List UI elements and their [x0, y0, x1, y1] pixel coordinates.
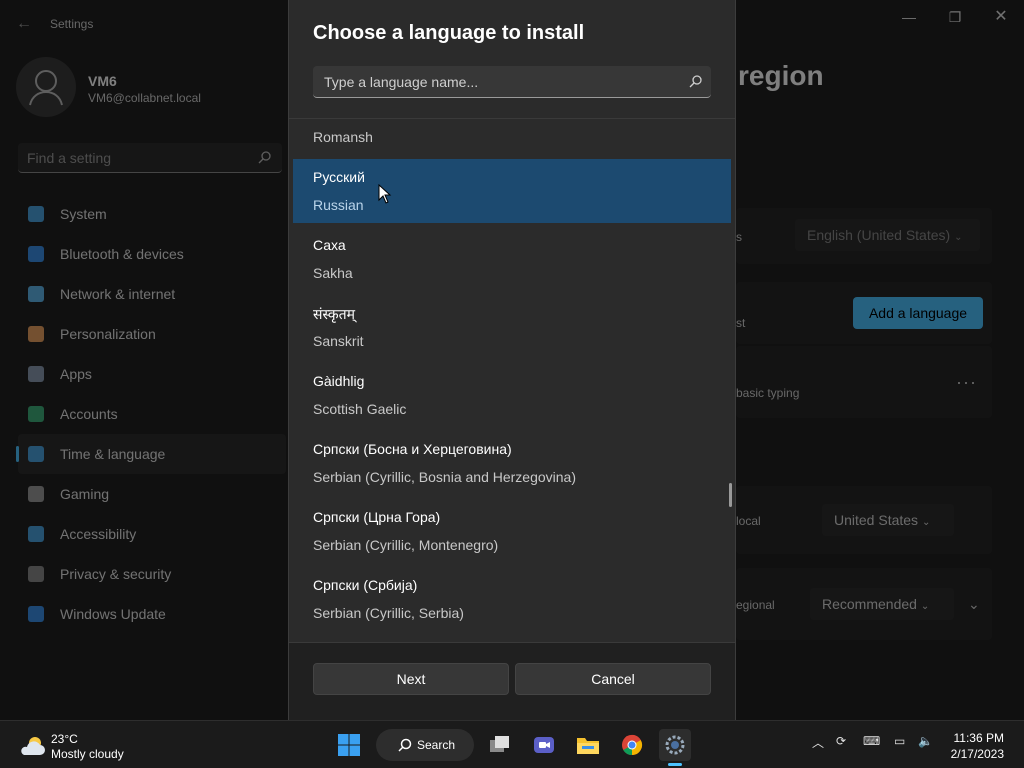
language-option-serbian-cyrillic-montenegro[interactable]: Српски (Црна Гора) Serbian (Cyrillic, Mon…	[293, 499, 731, 563]
language-native-name: Саха	[313, 237, 346, 253]
folder-icon	[577, 738, 599, 754]
clock[interactable]: 11:36 PM 2/17/2023	[951, 730, 1004, 762]
active-indicator	[668, 763, 682, 766]
language-search-placeholder: Type a language name...	[324, 74, 479, 90]
language-option-romansh[interactable]: Romansh	[293, 119, 731, 155]
language-search-input[interactable]: Type a language name...	[313, 66, 711, 98]
cancel-button[interactable]: Cancel	[515, 663, 711, 695]
weather-temp: 23°C	[51, 732, 78, 746]
search-icon	[398, 738, 412, 752]
language-option-serbian-cyrillic-bosnia-and-herzegovina[interactable]: Српски (Босна и Херцеговина) Serbian (Cyr…	[293, 431, 731, 495]
network-icon[interactable]: ▭	[894, 734, 912, 752]
clock-time: 11:36 PM	[953, 731, 1004, 745]
weather-widget[interactable]: 23°C Mostly cloudy	[18, 730, 138, 762]
language-english-name: Serbian (Cyrillic, Bosnia and Herzegovin…	[313, 469, 577, 485]
mouse-cursor-icon	[378, 184, 392, 204]
language-option-scottish-gaelic[interactable]: Gàidhlig Scottish Gaelic	[293, 363, 731, 427]
language-native-name: Русский	[313, 169, 365, 185]
language-english-name: Scottish Gaelic	[313, 401, 407, 417]
language-native-name: Српски (Босна и Херцеговина)	[313, 441, 512, 457]
language-english-name: Serbian (Cyrillic, Montenegro)	[313, 537, 499, 553]
chat-icon	[534, 737, 554, 753]
sync-icon[interactable]: ⟳	[836, 734, 854, 752]
language-english-name: Serbian (Cyrillic, Serbia)	[313, 605, 464, 621]
language-option-sanskrit[interactable]: संस्कृतम् Sanskrit	[293, 295, 731, 359]
language-english-name: Romansh	[313, 129, 373, 145]
language-native-name: संस्कृतम्	[313, 306, 356, 322]
taskbar: 23°C Mostly cloudy Search ︿ ⟳ ⌨ ▭ 🔈 11:3…	[0, 720, 1024, 768]
dialog-title: Choose a language to install	[313, 22, 585, 44]
scrollbar-thumb[interactable]	[729, 483, 732, 507]
language-native-name: Gàidhlig	[313, 373, 365, 389]
file-explorer-button[interactable]	[572, 729, 604, 761]
search-icon	[689, 75, 702, 88]
windows-logo-icon	[338, 734, 360, 756]
taskbar-search-button[interactable]: Search	[376, 729, 474, 761]
clock-date: 2/17/2023	[950, 747, 1004, 761]
teams-chat-button[interactable]	[528, 729, 560, 761]
language-english-name: Sanskrit	[313, 333, 364, 349]
volume-icon[interactable]: 🔈	[918, 734, 936, 752]
chrome-button[interactable]	[616, 729, 648, 761]
language-option-sakha[interactable]: Саха Sakha	[293, 227, 731, 291]
choose-language-dialog: Choose a language to install Type a lang…	[288, 0, 736, 720]
language-option-serbian-cyrillic-serbia[interactable]: Српски (Србија) Serbian (Cyrillic, Serbia…	[293, 567, 731, 631]
task-view-button[interactable]	[484, 729, 516, 761]
language-native-name: Српски (Србија)	[313, 577, 418, 593]
dialog-footer: Next Cancel	[289, 642, 735, 720]
show-hidden-icons-icon[interactable]: ︿	[812, 734, 830, 752]
cloud-sun-icon	[21, 737, 45, 755]
language-english-name: Russian	[313, 197, 364, 213]
next-button[interactable]: Next	[313, 663, 509, 695]
start-button[interactable]	[333, 729, 365, 761]
keyboard-icon[interactable]: ⌨	[863, 734, 881, 752]
settings-taskbar-button[interactable]	[659, 729, 691, 766]
weather-desc: Mostly cloudy	[51, 747, 124, 761]
gear-icon	[665, 735, 685, 755]
taskbar-search-label: Search	[417, 738, 456, 752]
language-option-russian[interactable]: Русский Russian	[293, 159, 731, 223]
language-english-name: Sakha	[313, 265, 353, 281]
language-list: Српски (Србија) Serbian (Cyrillic, Serbia…	[289, 118, 735, 642]
chrome-icon	[622, 734, 643, 756]
task-view-icon	[490, 736, 509, 752]
language-native-name: Српски (Црна Гора)	[313, 509, 441, 525]
